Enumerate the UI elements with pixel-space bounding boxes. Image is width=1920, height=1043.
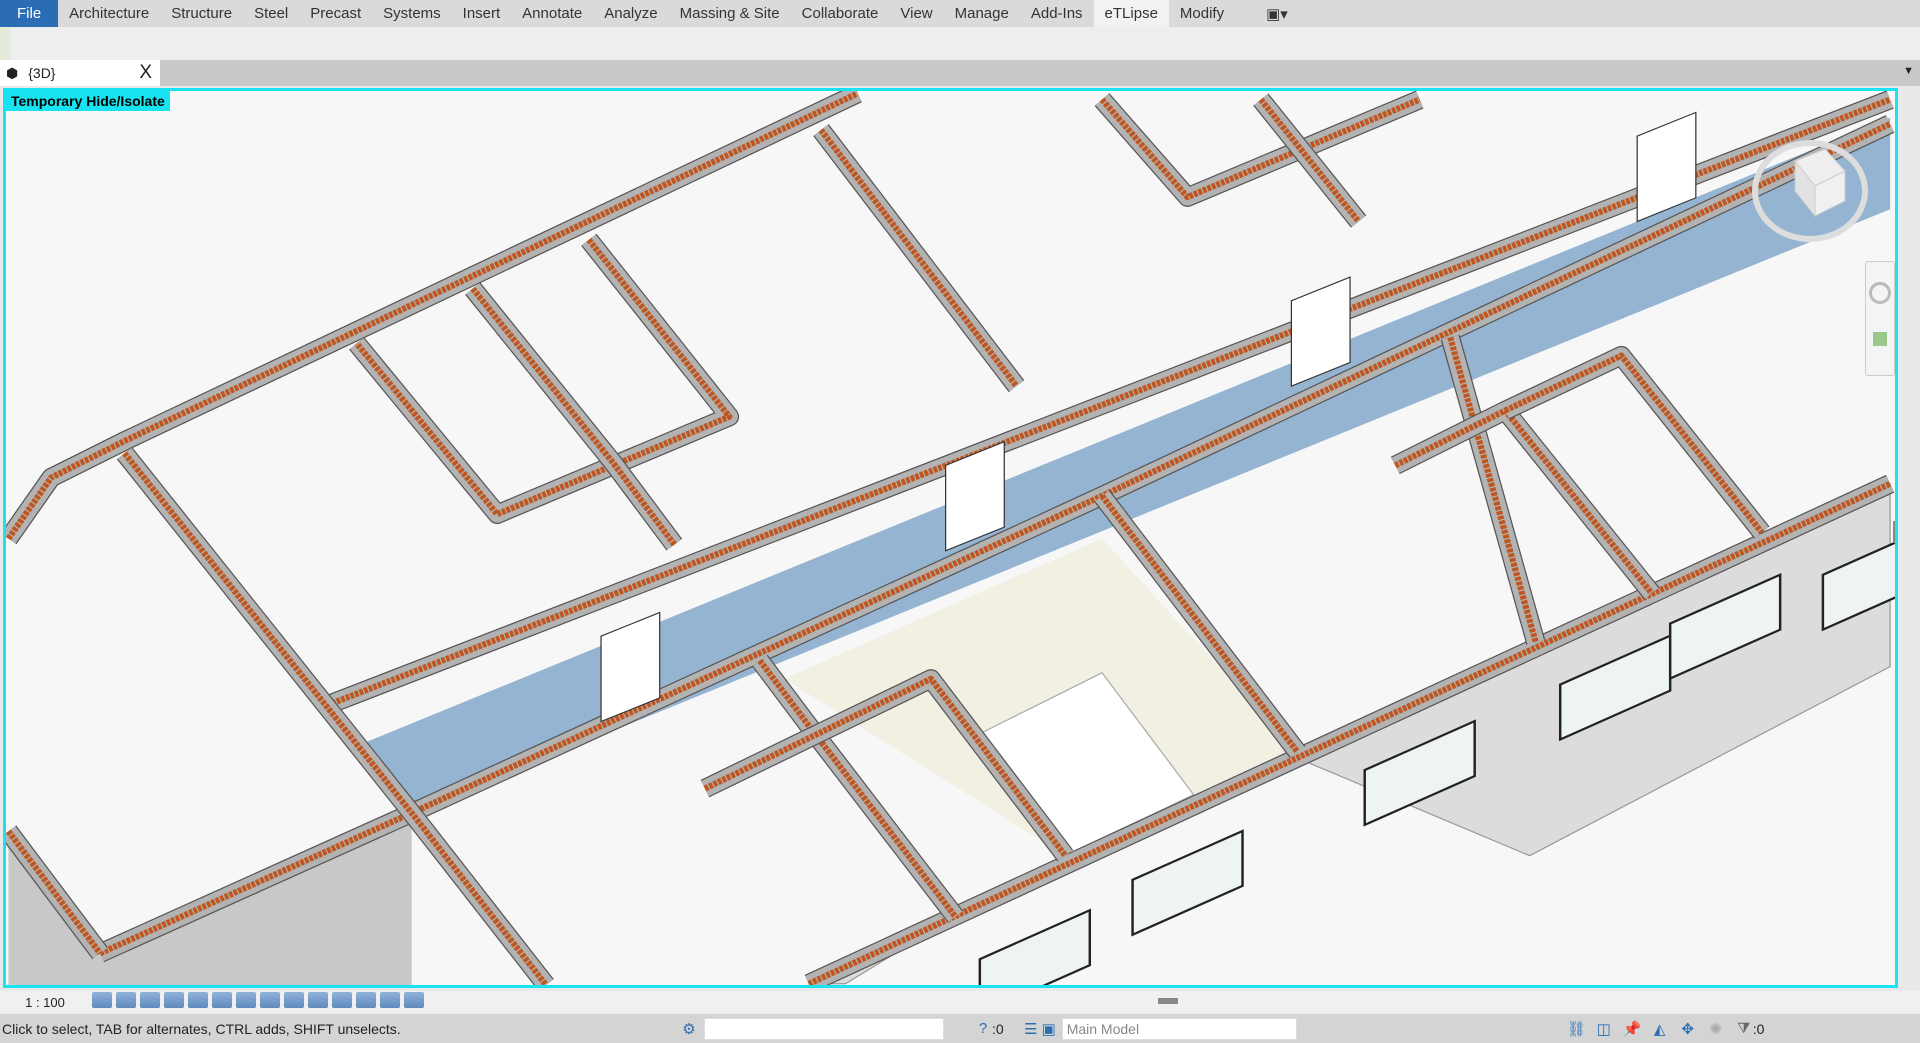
visual-style-icon[interactable]	[116, 992, 136, 1008]
3d-view-icon: ⬢	[6, 64, 19, 81]
filter-count: :0	[1752, 1020, 1765, 1037]
quick-access-dropdown-icon[interactable]: ▣▾	[1255, 0, 1299, 27]
ribbon-panel	[0, 27, 1920, 60]
worksharing-icon[interactable]	[380, 992, 400, 1008]
view-cube-icon[interactable]	[1745, 131, 1875, 251]
ribbon-tabs: File Architecture Structure Steel Precast Sys…	[0, 0, 1920, 27]
ribbon-tab-annotate[interactable]: Annotate	[511, 0, 593, 27]
ribbon-tab-systems[interactable]: Systems	[372, 0, 452, 27]
design-options-icon[interactable]: ☰	[1022, 1020, 1040, 1038]
rendering-icon[interactable]	[188, 992, 208, 1008]
ribbon-tab-steel[interactable]: Steel	[243, 0, 299, 27]
steering-wheel-icon[interactable]	[1869, 282, 1891, 304]
status-message: Click to select, TAB for alternates, CTR…	[2, 1020, 401, 1037]
ribbon-tab-massing-site[interactable]: Massing & Site	[669, 0, 791, 27]
workset-dropdown[interactable]	[704, 1017, 944, 1040]
zoom-icon[interactable]	[1873, 332, 1887, 346]
editable-only-icon[interactable]: ?	[974, 1020, 992, 1038]
tab-menu-chevron-icon[interactable]: ▼	[1903, 65, 1914, 77]
ribbon-tab-modify[interactable]: Modify	[1169, 0, 1235, 27]
model-canvas[interactable]	[6, 91, 1895, 985]
filter-icon[interactable]: ⧩	[1735, 1020, 1753, 1038]
worksets-icon[interactable]: ⚙	[680, 1020, 698, 1038]
temporary-hide-isolate-label: Temporary Hide/Isolate	[6, 91, 170, 111]
ribbon-tab-manage[interactable]: Manage	[944, 0, 1020, 27]
view-tab-3d[interactable]: ⬢ {3D} X	[0, 60, 160, 86]
vertical-scrollbar[interactable]	[1893, 521, 1895, 543]
ribbon-tab-precast[interactable]: Precast	[299, 0, 372, 27]
reveal-constraints-icon[interactable]	[356, 992, 376, 1008]
background-processes-icon[interactable]: ✺	[1707, 1020, 1725, 1038]
view-scale[interactable]: 1 : 100	[0, 995, 90, 1010]
detail-level-icon[interactable]	[92, 992, 112, 1008]
exclude-options-icon[interactable]: ▣	[1040, 1020, 1058, 1038]
view-tab-title: {3D}	[28, 65, 56, 81]
ribbon-tab-structure[interactable]: Structure	[160, 0, 243, 27]
view-control-bar: 1 : 100	[0, 991, 1920, 1013]
sun-path-icon[interactable]	[140, 992, 160, 1008]
ribbon-tab-insert[interactable]: Insert	[452, 0, 512, 27]
view-tab-bar: ⬢ {3D} X ▼	[0, 60, 1920, 86]
ribbon-tab-analyze[interactable]: Analyze	[593, 0, 668, 27]
drag-elements-icon[interactable]: ✥	[1679, 1020, 1697, 1038]
editable-count: :0	[992, 1020, 1004, 1037]
select-by-face-icon[interactable]: ◭	[1651, 1020, 1669, 1038]
lock-3d-icon[interactable]	[308, 992, 328, 1008]
select-pinned-icon[interactable]: 📌	[1623, 1020, 1642, 1038]
highlight-displacement-icon[interactable]	[332, 992, 352, 1008]
ribbon-tab-view[interactable]: View	[889, 0, 943, 27]
navigation-bar[interactable]	[1865, 261, 1895, 376]
ribbon-tab-add-ins[interactable]: Add-Ins	[1020, 0, 1094, 27]
ribbon-tab-architecture[interactable]: Architecture	[58, 0, 160, 27]
select-underlay-icon[interactable]: ◫	[1595, 1020, 1613, 1038]
status-bar: Click to select, TAB for alternates, CTR…	[0, 1014, 1920, 1043]
ribbon-tab-file[interactable]: File	[0, 0, 59, 27]
select-links-icon[interactable]: ⛓	[1567, 1020, 1586, 1038]
horizontal-scrollbar[interactable]	[1158, 998, 1178, 1004]
temporary-hide-icon[interactable]	[260, 992, 280, 1008]
analytical-model-icon[interactable]	[404, 992, 424, 1008]
crop-view-icon[interactable]	[212, 992, 232, 1008]
ribbon-tab-etlipse[interactable]: eTLipse	[1093, 0, 1169, 27]
reveal-hidden-icon[interactable]	[284, 992, 304, 1008]
close-icon[interactable]: X	[139, 62, 152, 84]
crop-region-icon[interactable]	[236, 992, 256, 1008]
shadows-icon[interactable]	[164, 992, 184, 1008]
ribbon-tab-collaborate[interactable]: Collaborate	[791, 0, 890, 27]
design-option-dropdown[interactable]: Main Model	[1061, 1017, 1297, 1040]
3d-viewport[interactable]: Temporary Hide/Isolate	[3, 88, 1898, 988]
